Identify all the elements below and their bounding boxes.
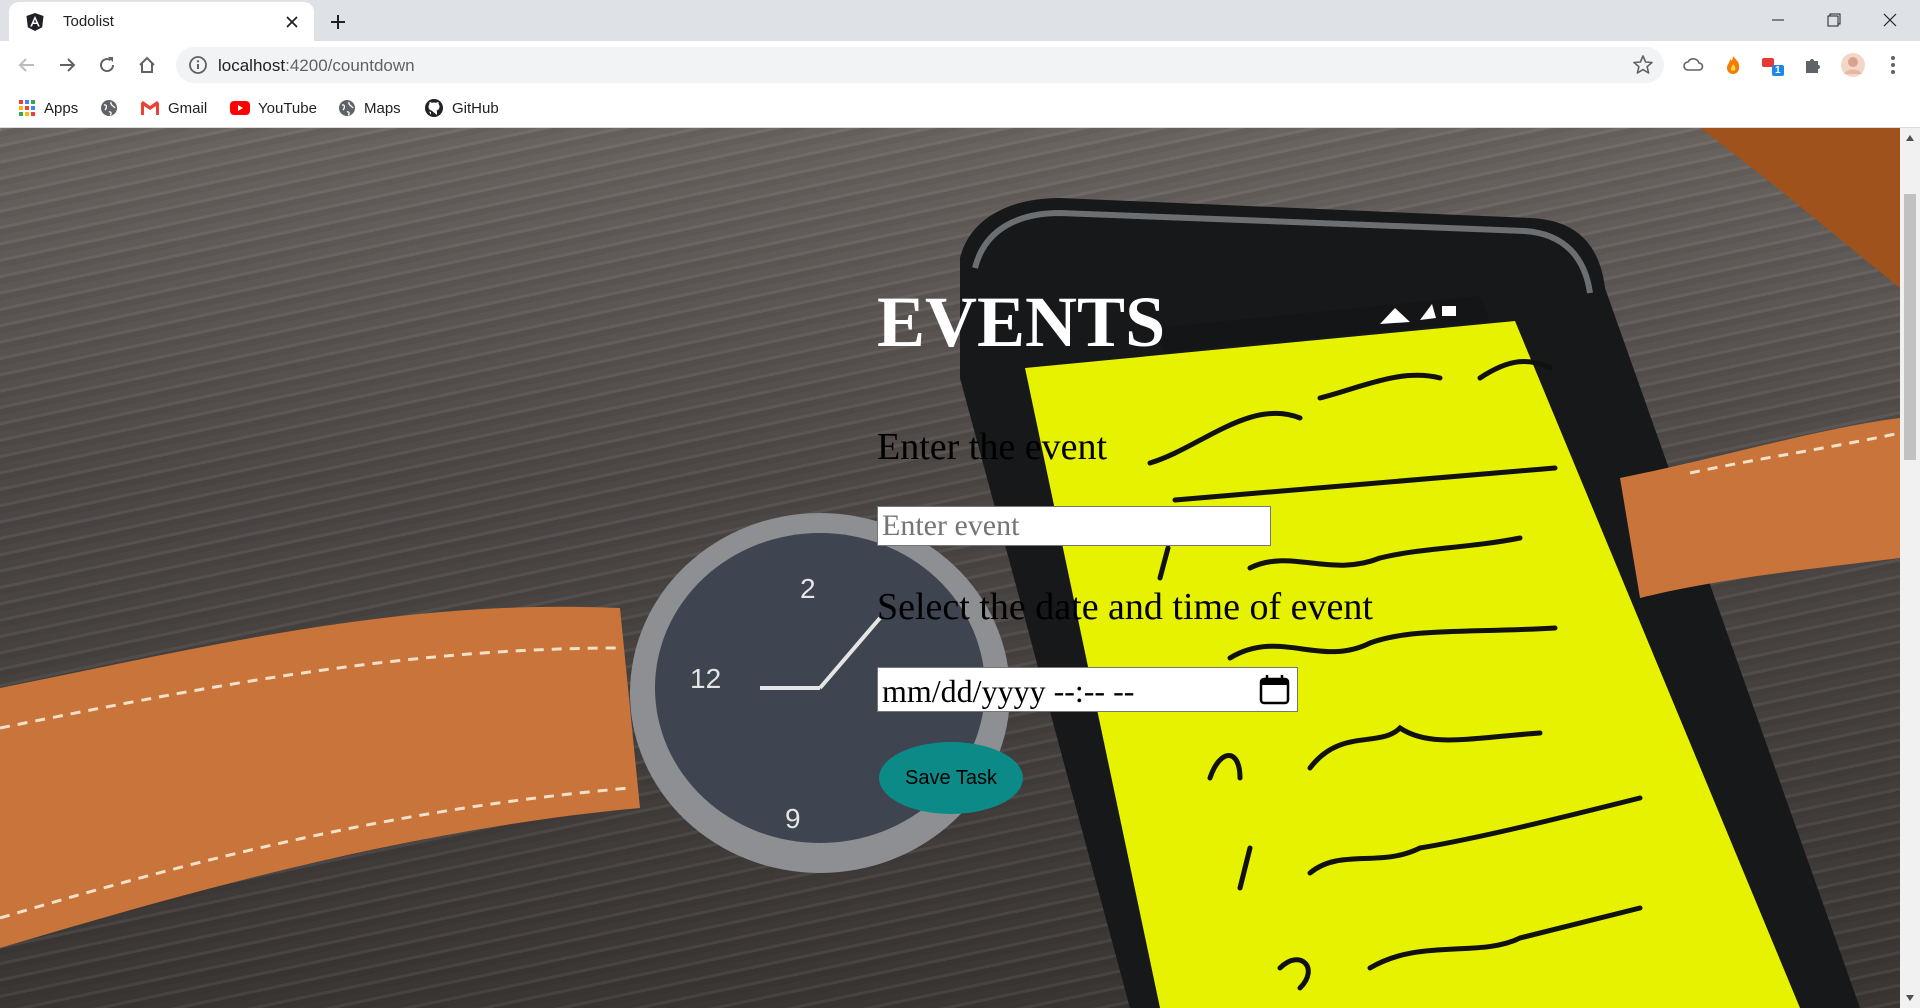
profile-avatar[interactable] [1840, 52, 1866, 78]
svg-text:9: 9 [785, 803, 801, 834]
new-tab-icon[interactable] [324, 8, 352, 36]
scroll-down-icon[interactable] [1904, 992, 1916, 1004]
cloud-extension-icon[interactable] [1680, 52, 1706, 78]
reload-icon[interactable] [92, 50, 122, 80]
apps-grid-icon [19, 100, 35, 116]
extension-with-badge-icon[interactable]: 1 [1760, 52, 1786, 78]
globe-icon [339, 100, 355, 116]
close-tab-icon[interactable] [280, 10, 304, 34]
watch-strap-right [1620, 418, 1900, 598]
tab-todolist[interactable]: Todolist [9, 2, 314, 41]
bookmark-label: GitHub [452, 99, 499, 117]
back-icon[interactable] [12, 50, 42, 80]
bookmark-label: Gmail [168, 99, 208, 117]
home-icon[interactable] [132, 50, 162, 80]
globe-icon [101, 100, 117, 116]
extension-badge: 1 [1775, 65, 1781, 76]
date-label: Select the date and time of event [877, 586, 1373, 628]
bookmark-globe[interactable] [100, 95, 118, 121]
svg-text:2: 2 [800, 573, 816, 604]
svg-text:12: 12 [690, 663, 721, 694]
tab-title: Todolist [63, 13, 114, 30]
scroll-up-icon[interactable] [1904, 132, 1916, 144]
fire-extension-icon[interactable] [1720, 52, 1746, 78]
restore-icon[interactable] [1806, 0, 1862, 40]
page-scrollbar[interactable] [1900, 128, 1920, 1008]
bookmark-gmail[interactable]: Gmail [140, 95, 207, 121]
bookmark-label: Maps [364, 99, 401, 117]
bookmark-label: Apps [44, 99, 79, 117]
browser-toolbar: localhost:4200/countdown 1 [0, 41, 1920, 89]
calendar-icon[interactable] [1258, 673, 1291, 706]
bookmark-youtube[interactable]: YouTube [230, 95, 317, 121]
close-window-icon[interactable] [1862, 0, 1918, 40]
background-wall [1700, 128, 1900, 288]
gmail-icon [141, 101, 159, 115]
watch-strap-left [0, 606, 640, 948]
bookmark-star-icon[interactable] [1632, 54, 1654, 76]
site-info-icon[interactable] [188, 55, 208, 75]
scroll-thumb[interactable] [1904, 194, 1916, 460]
github-icon [425, 99, 443, 117]
puzzle-extensions-icon[interactable] [1800, 52, 1826, 78]
bookmark-label: YouTube [258, 99, 317, 117]
youtube-icon [230, 101, 250, 115]
page-viewport: 2 12 9 EVENTS Enter the event Select the d… [0, 128, 1900, 1008]
address-bar[interactable]: localhost:4200/countdown [176, 47, 1664, 83]
url-text: localhost:4200/countdown [218, 56, 415, 75]
bookmark-github[interactable]: GitHub [424, 95, 499, 121]
datetime-input[interactable]: mm/dd/yyyy --:-- -- [877, 667, 1298, 712]
page-title: EVENTS [877, 282, 1166, 362]
save-task-button[interactable]: Save Task [879, 742, 1023, 814]
angular-logo-icon [26, 13, 44, 31]
minimize-icon[interactable] [1750, 0, 1806, 40]
bookmark-apps[interactable]: Apps [18, 95, 78, 121]
bookmark-maps[interactable]: Maps [338, 95, 401, 121]
datetime-placeholder: mm/dd/yyyy --:-- -- [882, 673, 1135, 709]
event-label: Enter the event [877, 426, 1108, 468]
bookmarks-bar: Apps Gmail YouTube Maps GitHub [0, 89, 1920, 128]
tab-strip: Todolist [0, 0, 1920, 41]
event-input[interactable] [877, 506, 1271, 546]
background-illustration: 2 12 9 [0, 128, 1900, 1008]
forward-icon[interactable] [52, 50, 82, 80]
menu-kebab-icon[interactable] [1880, 52, 1906, 78]
